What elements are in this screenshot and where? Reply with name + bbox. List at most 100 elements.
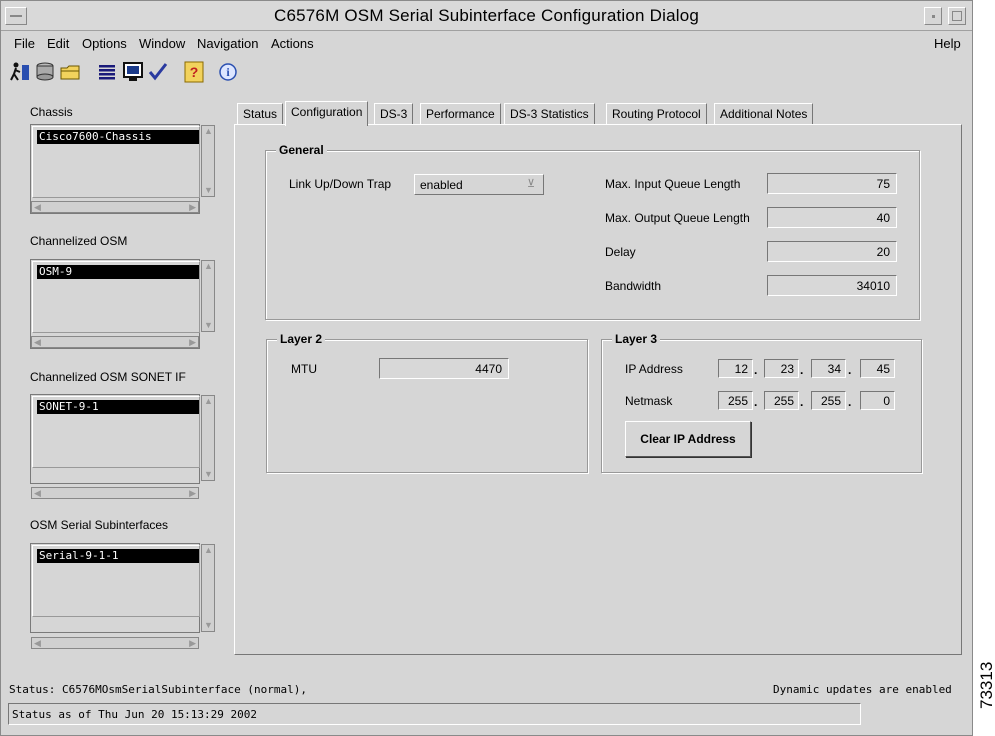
list-icon[interactable] (96, 61, 118, 83)
sonet-if-vscroll[interactable]: ▲ ▼ (201, 395, 215, 481)
window-title: C6576M OSM Serial Subinterface Configura… (273, 6, 700, 25)
menu-options-label: Options (82, 36, 127, 51)
monitor-icon[interactable] (122, 61, 144, 83)
serial-subinterfaces-list-item[interactable]: Serial-9-1-1 (37, 549, 199, 563)
channelized-osm-label: Channelized OSM (30, 234, 128, 248)
serial-subinterfaces-hscroll[interactable]: ◀ ▶ (31, 637, 199, 649)
serial-subinterfaces-label: OSM Serial Subinterfaces (30, 518, 169, 532)
channelized-osm-list-area[interactable]: OSM-9 (32, 261, 200, 333)
menu-help[interactable]: Help (934, 36, 961, 51)
scroll-up-icon[interactable]: ▲ (204, 127, 213, 136)
serial-subinterfaces-list-area[interactable]: Serial-9-1-1 (32, 545, 200, 617)
status-line: Status: C6576MOsmSerialSubinterface (nor… (9, 683, 308, 696)
menu-help-label: Help (934, 36, 961, 51)
run-icon[interactable] (9, 61, 31, 83)
general-group-title: General (276, 143, 327, 157)
netmask-label: Netmask (625, 394, 673, 408)
help-question-icon[interactable]: ? (183, 61, 205, 83)
menu-window[interactable]: Window (139, 36, 185, 51)
sonet-if-hscroll[interactable]: ◀ ▶ (31, 487, 199, 499)
max-input-queue-field[interactable]: 75 (767, 173, 897, 194)
scroll-left-icon[interactable]: ◀ (34, 489, 41, 498)
dropdown-arrow-icon[interactable]: ⊻ (527, 177, 535, 190)
mtu-label: MTU (291, 362, 317, 376)
channelized-osm-hscroll[interactable]: ◀ ▶ (31, 336, 199, 348)
netmask-octet-2[interactable]: 255 (764, 391, 799, 410)
info-icon[interactable]: i (217, 61, 239, 83)
delay-label: Delay (605, 245, 636, 259)
tab-ds3[interactable]: DS-3 (374, 103, 414, 125)
maximize-icon (952, 11, 962, 21)
tab-ds3-statistics[interactable]: DS-3 Statistics (504, 103, 595, 125)
serial-subinterfaces-vscroll[interactable]: ▲ ▼ (201, 544, 215, 632)
channelized-osm-list-item[interactable]: OSM-9 (37, 265, 199, 279)
netmask-octet-3[interactable]: 255 (811, 391, 846, 410)
tab-performance[interactable]: Performance (420, 103, 501, 125)
menu-file-label: File (14, 36, 35, 51)
delay-field[interactable]: 20 (767, 241, 897, 262)
menu-file[interactable]: File (14, 36, 35, 51)
menu-actions[interactable]: Actions (271, 36, 314, 51)
scroll-right-icon[interactable]: ▶ (189, 338, 196, 347)
ip-octet-3[interactable]: 34 (811, 359, 846, 378)
sonet-if-list-area[interactable]: SONET-9-1 (32, 396, 200, 468)
max-output-queue-field[interactable]: 40 (767, 207, 897, 228)
netmask-dot-separator: . (800, 395, 804, 409)
tab-status[interactable]: Status (237, 103, 284, 125)
chassis-hscroll[interactable]: ◀ ▶ (31, 201, 199, 213)
tab-additional-notes[interactable]: Additional Notes (714, 103, 814, 125)
serial-subinterfaces-list[interactable]: Serial-9-1-1 (30, 543, 200, 633)
menu-window-label: Window (139, 36, 186, 51)
scroll-left-icon[interactable]: ◀ (34, 338, 41, 347)
netmask-octet-1[interactable]: 255 (718, 391, 753, 410)
scroll-right-icon[interactable]: ▶ (189, 489, 196, 498)
netmask-dot-separator: . (754, 395, 758, 409)
tab-configuration[interactable]: Configuration (285, 101, 369, 126)
bandwidth-field[interactable]: 34010 (767, 275, 897, 296)
layer3-group-title: Layer 3 (612, 332, 661, 346)
status-bar: Status as of Thu Jun 20 15:13:29 2002 (8, 703, 861, 725)
menu-edit[interactable]: Edit (47, 36, 69, 51)
scroll-right-icon[interactable]: ▶ (189, 639, 196, 648)
sonet-if-label: Channelized OSM SONET IF (30, 370, 186, 384)
ip-address-label: IP Address (625, 362, 683, 376)
menu-bar: File Edit Options Window Navigation Acti… (1, 31, 972, 56)
checkmark-icon[interactable] (147, 61, 169, 83)
scroll-up-icon[interactable]: ▲ (204, 397, 213, 406)
title-bar[interactable]: C6576M OSM Serial Subinterface Configura… (1, 1, 972, 31)
channelized-osm-vscroll[interactable]: ▲ ▼ (201, 260, 215, 332)
scroll-down-icon[interactable]: ▼ (204, 321, 213, 330)
link-trap-label: Link Up/Down Trap (289, 177, 392, 191)
ip-octet-2[interactable]: 23 (764, 359, 799, 378)
scroll-left-icon[interactable]: ◀ (34, 203, 41, 212)
scroll-down-icon[interactable]: ▼ (204, 186, 213, 195)
status-timestamp: Status as of Thu Jun 20 15:13:29 2002 (12, 708, 258, 721)
scroll-down-icon[interactable]: ▼ (204, 621, 213, 630)
tab-routing-protocol[interactable]: Routing Protocol (606, 103, 707, 125)
netmask-octet-4[interactable]: 0 (860, 391, 895, 410)
maximize-button[interactable] (948, 7, 966, 25)
menu-actions-label: Actions (271, 36, 314, 51)
chassis-vscroll[interactable]: ▲ ▼ (201, 125, 215, 197)
chassis-list-item[interactable]: Cisco7600-Chassis (37, 130, 199, 144)
ip-octet-4[interactable]: 45 (860, 359, 895, 378)
database-icon[interactable] (34, 61, 56, 83)
scroll-up-icon[interactable]: ▲ (204, 262, 213, 271)
scroll-down-icon[interactable]: ▼ (204, 470, 213, 479)
sonet-if-list[interactable]: SONET-9-1 (30, 394, 200, 484)
scroll-right-icon[interactable]: ▶ (189, 203, 196, 212)
link-trap-select[interactable]: enabled ⊻ (414, 174, 544, 195)
ip-octet-1[interactable]: 12 (718, 359, 753, 378)
scroll-left-icon[interactable]: ◀ (34, 639, 41, 648)
scroll-up-icon[interactable]: ▲ (204, 546, 213, 555)
chassis-list-area[interactable]: Cisco7600-Chassis (32, 126, 200, 198)
layer2-group-title: Layer 2 (277, 332, 326, 346)
ip-dot-separator: . (754, 363, 758, 377)
mtu-field[interactable]: 4470 (379, 358, 509, 379)
menu-options[interactable]: Options (82, 36, 127, 51)
folder-icon[interactable] (59, 61, 81, 83)
menu-navigation[interactable]: Navigation (197, 36, 258, 51)
clear-ip-address-button[interactable]: Clear IP Address (625, 421, 751, 457)
sonet-if-list-item[interactable]: SONET-9-1 (37, 400, 199, 414)
minimize-button[interactable] (924, 7, 942, 25)
